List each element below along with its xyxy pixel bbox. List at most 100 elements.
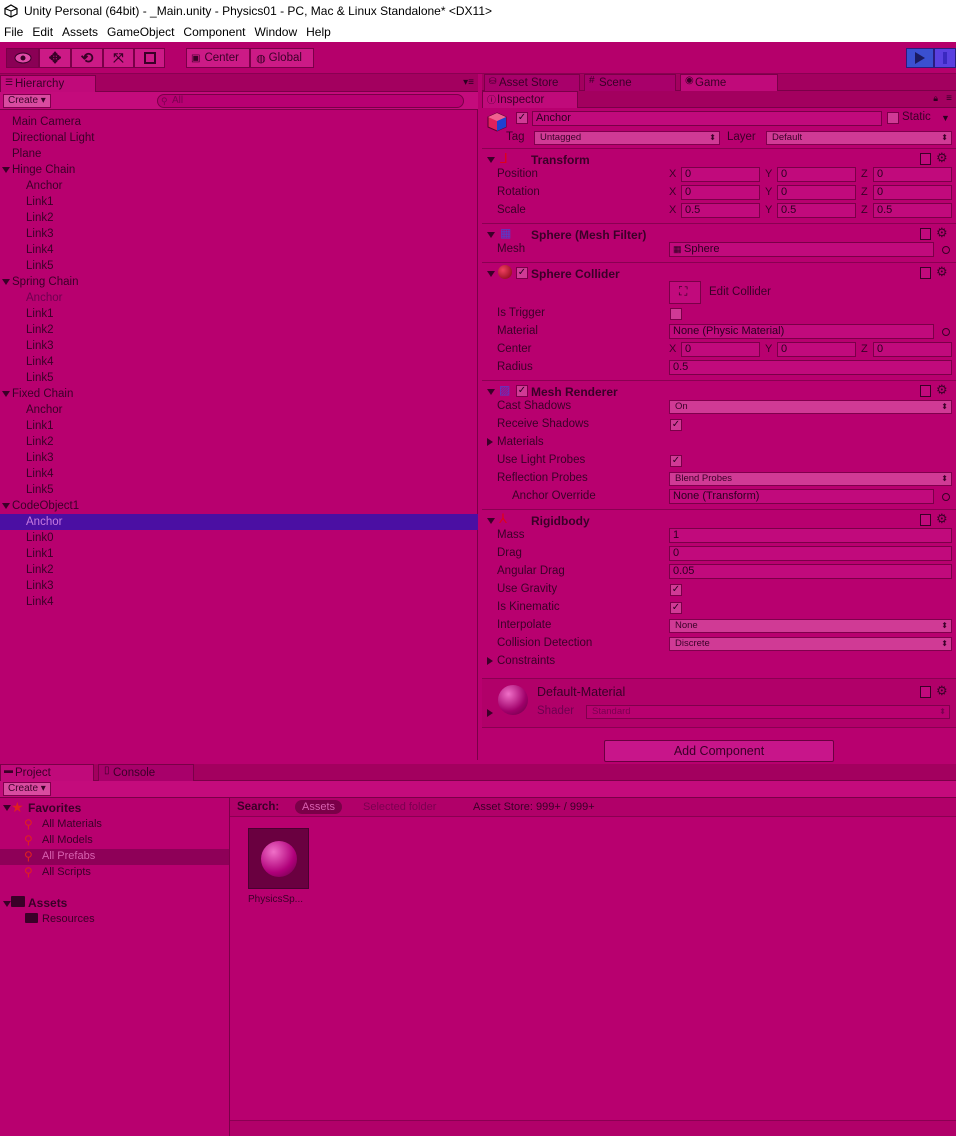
is-trigger-checkbox[interactable] <box>670 308 682 320</box>
center-x-field[interactable]: 0 <box>681 342 760 357</box>
static-checkbox[interactable] <box>887 112 899 124</box>
hierarchy-item[interactable]: Link1 <box>0 418 478 434</box>
tab-inspector[interactable]: ⓘ Inspector <box>482 91 578 109</box>
menu-file[interactable]: File <box>0 25 28 39</box>
mesh-field[interactable]: ▦ Sphere <box>669 242 934 257</box>
help-book-icon[interactable] <box>920 385 931 397</box>
is-kinematic-checkbox[interactable]: ✓ <box>670 602 682 614</box>
anchor-override-field[interactable]: None (Transform) <box>669 489 934 504</box>
mesh-renderer-enabled-checkbox[interactable]: ✓ <box>516 385 528 397</box>
center-z-field[interactable]: 0 <box>873 342 952 357</box>
center-y-field[interactable]: 0 <box>777 342 856 357</box>
hierarchy-item[interactable]: Link5 <box>0 482 478 498</box>
favorites-foldout-icon[interactable] <box>3 805 11 811</box>
tab-game[interactable]: ◉ Game <box>680 74 778 92</box>
assets-foldout-icon[interactable] <box>3 901 11 907</box>
pivot-center-button[interactable]: ▣ Center <box>186 48 250 68</box>
favorite-item[interactable]: All Materials <box>42 816 102 832</box>
asset-store-count[interactable]: Asset Store: 999+ / 999+ <box>473 801 595 813</box>
scale-y-field[interactable]: 0.5 <box>777 203 856 218</box>
hierarchy-foldout-icon[interactable] <box>2 391 10 397</box>
position-y-field[interactable]: 0 <box>777 167 856 182</box>
hierarchy-item[interactable]: CodeObject1 <box>0 498 478 514</box>
help-book-icon[interactable] <box>920 153 931 165</box>
sphere-collider-foldout-icon[interactable] <box>487 271 495 277</box>
angular-drag-field[interactable]: 0.05 <box>669 564 952 579</box>
hierarchy-item[interactable]: Link2 <box>0 322 478 338</box>
help-book-icon[interactable] <box>920 514 931 526</box>
anchor-object-picker-icon[interactable] <box>942 493 950 501</box>
mass-field[interactable]: 1 <box>669 528 952 543</box>
menu-assets[interactable]: Assets <box>58 25 103 39</box>
hierarchy-create-button[interactable]: Create ▾ <box>3 94 51 108</box>
menu-edit[interactable]: Edit <box>28 25 58 39</box>
hierarchy-item[interactable]: Plane <box>0 146 478 162</box>
favorites-label[interactable]: Favorites <box>28 800 81 816</box>
hierarchy-item[interactable]: Link5 <box>0 258 478 274</box>
hierarchy-item[interactable]: Link1 <box>0 194 478 210</box>
pause-button[interactable] <box>934 48 956 68</box>
hierarchy-item[interactable]: Link4 <box>0 466 478 482</box>
rigidbody-foldout-icon[interactable] <box>487 518 495 524</box>
hierarchy-item[interactable]: Link3 <box>0 578 478 594</box>
panel-menu-icon[interactable]: ≡ <box>946 93 952 104</box>
materials-label[interactable]: Materials <box>497 436 544 448</box>
hierarchy-foldout-icon[interactable] <box>2 167 10 173</box>
gear-icon[interactable]: ⚙ <box>936 683 948 699</box>
hierarchy-item[interactable]: Link1 <box>0 306 478 322</box>
menu-component[interactable]: Component <box>179 25 250 39</box>
sphere-collider-enabled-checkbox[interactable]: ✓ <box>516 267 528 279</box>
mesh-filter-foldout-icon[interactable] <box>487 232 495 238</box>
menu-gameobject[interactable]: GameObject <box>103 25 179 39</box>
shader-dropdown[interactable]: Standard <box>586 705 950 719</box>
search-scope-folder[interactable]: Selected folder <box>363 801 436 813</box>
hierarchy-item[interactable]: Hinge Chain <box>0 162 478 178</box>
play-button[interactable] <box>906 48 934 68</box>
move-tool-button[interactable]: ✥ <box>39 48 71 68</box>
hierarchy-foldout-icon[interactable] <box>2 279 10 285</box>
tab-asset-store[interactable]: ⛁ Asset Store <box>484 74 580 92</box>
add-component-button[interactable]: Add Component <box>604 740 834 762</box>
constraints-label[interactable]: Constraints <box>497 655 555 667</box>
edit-collider-button[interactable]: ⛶ <box>669 281 701 304</box>
asset-thumbnail[interactable] <box>248 828 309 889</box>
transform-foldout-icon[interactable] <box>487 157 495 163</box>
help-book-icon[interactable] <box>920 228 931 240</box>
gear-icon[interactable]: ⚙ <box>936 150 948 166</box>
menu-window[interactable]: Window <box>250 25 302 39</box>
scale-tool-button[interactable]: ⤧ <box>103 48 134 68</box>
static-dropdown-arrow-icon[interactable]: ▼ <box>941 113 950 123</box>
tab-project[interactable]: ▬ Project <box>0 764 94 782</box>
materials-foldout-icon[interactable] <box>487 438 493 446</box>
hierarchy-item[interactable]: Anchor <box>0 402 478 418</box>
cast-shadows-dropdown[interactable]: On <box>669 400 952 414</box>
favorite-item[interactable]: All Models <box>42 832 93 848</box>
mesh-renderer-foldout-icon[interactable] <box>487 389 495 395</box>
object-active-checkbox[interactable]: ✓ <box>516 112 528 124</box>
help-book-icon[interactable] <box>920 686 931 698</box>
rotation-x-field[interactable]: 0 <box>681 185 760 200</box>
drag-field[interactable]: 0 <box>669 546 952 561</box>
lock-icon[interactable]: 🔒︎ <box>933 93 938 104</box>
sphere-collider-header[interactable]: ✓ Sphere Collider ⚙ <box>482 262 956 284</box>
hierarchy-item[interactable]: Link4 <box>0 242 478 258</box>
hierarchy-item[interactable]: Link2 <box>0 210 478 226</box>
favorite-item[interactable]: All Prefabs <box>42 848 95 864</box>
project-create-button[interactable]: Create ▾ <box>3 782 51 796</box>
light-probes-checkbox[interactable]: ✓ <box>670 455 682 467</box>
hierarchy-item[interactable]: Link3 <box>0 450 478 466</box>
tab-console[interactable]: ▯ Console <box>98 764 194 782</box>
collider-material-field[interactable]: None (Physic Material) <box>669 324 934 339</box>
hierarchy-item[interactable]: Anchor <box>0 178 478 194</box>
gear-icon[interactable]: ⚙ <box>936 225 948 241</box>
pivot-global-button[interactable]: ◍ Global <box>250 48 314 68</box>
panel-menu-icon[interactable]: ▾≡ <box>463 77 474 88</box>
hierarchy-item[interactable]: Anchor <box>0 290 478 306</box>
rotate-tool-button[interactable]: ⟲ <box>71 48 103 68</box>
material-foldout-icon[interactable] <box>487 709 493 717</box>
hierarchy-item[interactable]: Main Camera <box>0 114 478 130</box>
position-z-field[interactable]: 0 <box>873 167 952 182</box>
hierarchy-item[interactable]: Link2 <box>0 434 478 450</box>
hierarchy-item[interactable]: Fixed Chain <box>0 386 478 402</box>
hierarchy-search-input[interactable]: ⚲ All <box>157 94 464 108</box>
